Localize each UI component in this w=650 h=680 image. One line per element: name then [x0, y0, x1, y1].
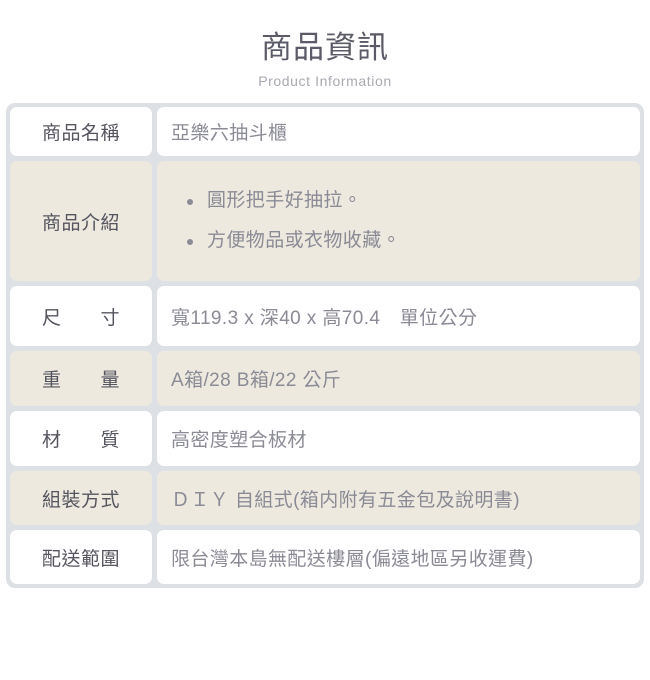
intro-bullet-list: 圓形把手好抽拉。 方便物品或衣物收藏。 [171, 181, 626, 261]
spec-value-assembly: ＤＩＹ 自組式(箱内附有五金包及說明書) [157, 471, 640, 525]
spec-label-product-name: 商品名稱 [10, 107, 152, 156]
spec-value-dimensions: 寬119.3 x 深40 x 高70.4 單位公分 [157, 286, 640, 346]
table-row: 商品名稱 亞樂六抽斗櫃 [10, 107, 640, 156]
page-heading: 商品資訊 Product Information [0, 0, 650, 90]
spec-label-material: 材 質 [10, 411, 152, 466]
table-row: 材 質 高密度塑合板材 [10, 411, 640, 466]
table-row: 重 量 A箱/28 B箱/22 公斤 [10, 351, 640, 406]
spec-value-product-name: 亞樂六抽斗櫃 [157, 107, 640, 156]
spec-value-weight: A箱/28 B箱/22 公斤 [157, 351, 640, 406]
spec-label-weight: 重 量 [10, 351, 152, 406]
table-row: 尺 寸 寬119.3 x 深40 x 高70.4 單位公分 [10, 286, 640, 346]
spec-label-delivery: 配送範圍 [10, 530, 152, 584]
page-subtitle: Product Information [258, 73, 392, 89]
spec-value-delivery: 限台灣本島無配送樓層(偏遠地區另收運費) [157, 530, 640, 584]
page-title: 商品資訊 [261, 30, 389, 65]
spec-value-material: 高密度塑合板材 [157, 411, 640, 466]
list-item: 方便物品或衣物收藏。 [185, 221, 626, 261]
spec-value-product-intro: 圓形把手好抽拉。 方便物品或衣物收藏。 [157, 161, 640, 281]
table-row: 配送範圍 限台灣本島無配送樓層(偏遠地區另收運費) [10, 530, 640, 584]
spec-label-assembly: 組裝方式 [10, 471, 152, 525]
table-row: 組裝方式 ＤＩＹ 自組式(箱内附有五金包及說明書) [10, 471, 640, 525]
spec-table: 商品名稱 亞樂六抽斗櫃 商品介紹 圓形把手好抽拉。 方便物品或衣物收藏。 尺 寸… [6, 103, 644, 588]
spec-label-dimensions: 尺 寸 [10, 286, 152, 346]
table-row: 商品介紹 圓形把手好抽拉。 方便物品或衣物收藏。 [10, 161, 640, 281]
spec-label-product-intro: 商品介紹 [10, 161, 152, 281]
list-item: 圓形把手好抽拉。 [185, 181, 626, 221]
product-information-page: 商品資訊 Product Information 商品名稱 亞樂六抽斗櫃 商品介… [0, 0, 650, 680]
